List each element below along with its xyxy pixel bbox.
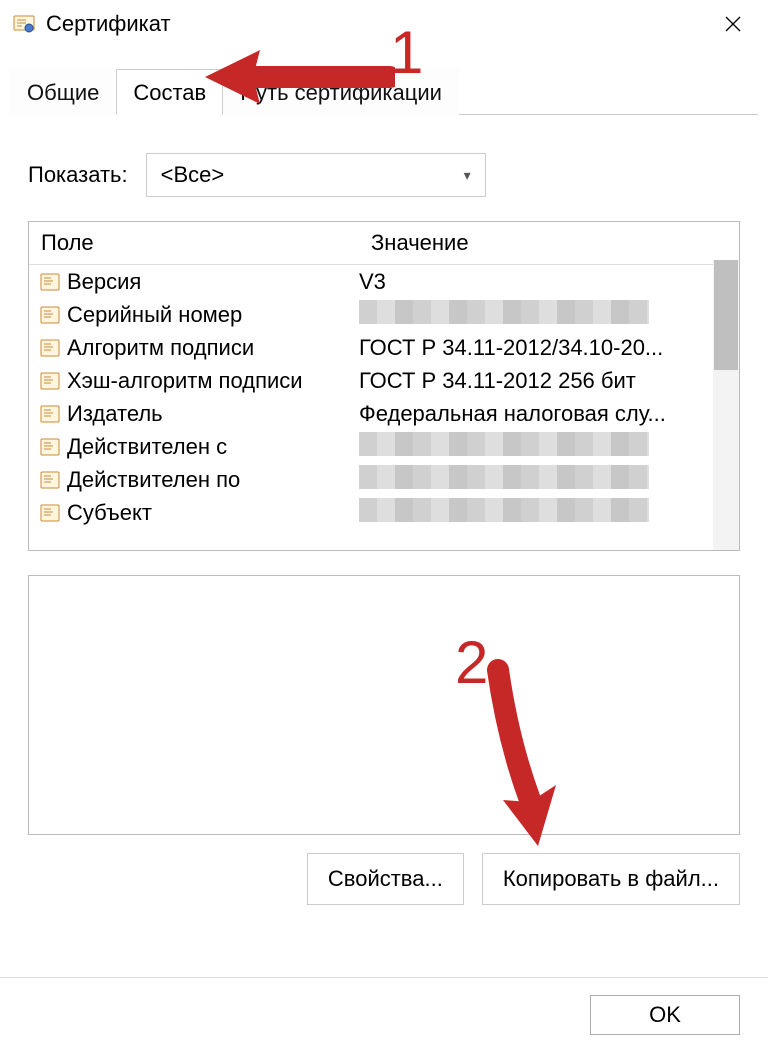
field-name: Серийный номер [67,302,242,328]
field-name: Издатель [67,401,163,427]
field-cell: Издатель [29,401,359,427]
field-name: Версия [67,269,141,295]
field-detail-box [28,575,740,835]
dropdown-selected: <Все> [161,162,225,188]
value-cell: V3 [359,269,739,295]
table-row[interactable]: Субъект [29,496,739,529]
table-row[interactable]: Версия V3 [29,265,739,298]
tab-cert-path[interactable]: Путь сертификации [223,69,459,115]
table-row[interactable]: Действителен с [29,430,739,463]
listview-header: Поле Значение [29,222,739,265]
redacted-value [359,300,649,324]
table-row[interactable]: Алгоритм подписи ГОСТ Р 34.11-2012/34.10-… [29,331,739,364]
properties-button[interactable]: Свойства... [307,853,464,905]
tab-details[interactable]: Состав [116,69,223,115]
scrollbar-thumb[interactable] [714,260,738,370]
table-row[interactable]: Издатель Федеральная налоговая слу... [29,397,739,430]
field-name: Субъект [67,500,152,526]
ok-button[interactable]: OK [590,995,740,1035]
show-filter-dropdown[interactable]: <Все> ▾ [146,153,486,197]
dialog-footer: OK [0,977,768,1051]
button-row: Свойства... Копировать в файл... [28,853,740,905]
value-cell [359,465,739,495]
redacted-value [359,465,649,489]
table-row[interactable]: Серийный номер [29,298,739,331]
window-title: Сертификат [46,11,171,37]
redacted-value [359,498,649,522]
filter-label: Показать: [28,162,128,188]
field-cell: Серийный номер [29,302,359,328]
tab-content: Показать: <Все> ▾ Поле Значение Версия V3… [0,115,768,905]
value-cell: ГОСТ Р 34.11-2012 256 бит [359,368,739,394]
value-cell [359,432,739,462]
field-cell: Версия [29,269,359,295]
field-cell: Хэш-алгоритм подписи [29,368,359,394]
filter-row: Показать: <Все> ▾ [28,153,740,197]
fields-listview[interactable]: Поле Значение Версия V3 Серийный номер Алго… [28,221,740,551]
field-name: Действителен по [67,467,240,493]
field-cell: Субъект [29,500,359,526]
value-cell: Федеральная налоговая слу... [359,401,739,427]
field-cell: Алгоритм подписи [29,335,359,361]
redacted-value [359,432,649,456]
value-cell: ГОСТ Р 34.11-2012/34.10-20... [359,335,739,361]
table-row[interactable]: Действителен по [29,463,739,496]
copy-to-file-button[interactable]: Копировать в файл... [482,853,740,905]
field-cell: Действителен с [29,434,359,460]
certificate-icon [12,12,36,36]
column-value[interactable]: Значение [359,222,739,264]
tab-strip: Общие Состав Путь сертификации [0,68,768,115]
tab-general[interactable]: Общие [10,69,116,115]
field-name: Хэш-алгоритм подписи [67,368,303,394]
close-button[interactable] [710,4,756,44]
field-name: Действителен с [67,434,227,460]
value-cell [359,498,739,528]
field-cell: Действителен по [29,467,359,493]
close-icon [724,15,742,33]
column-field[interactable]: Поле [29,222,359,264]
chevron-down-icon: ▾ [464,167,471,184]
value-cell [359,300,739,330]
field-name: Алгоритм подписи [67,335,254,361]
title-bar: Сертификат [0,0,768,48]
table-row[interactable]: Хэш-алгоритм подписи ГОСТ Р 34.11-2012 25… [29,364,739,397]
